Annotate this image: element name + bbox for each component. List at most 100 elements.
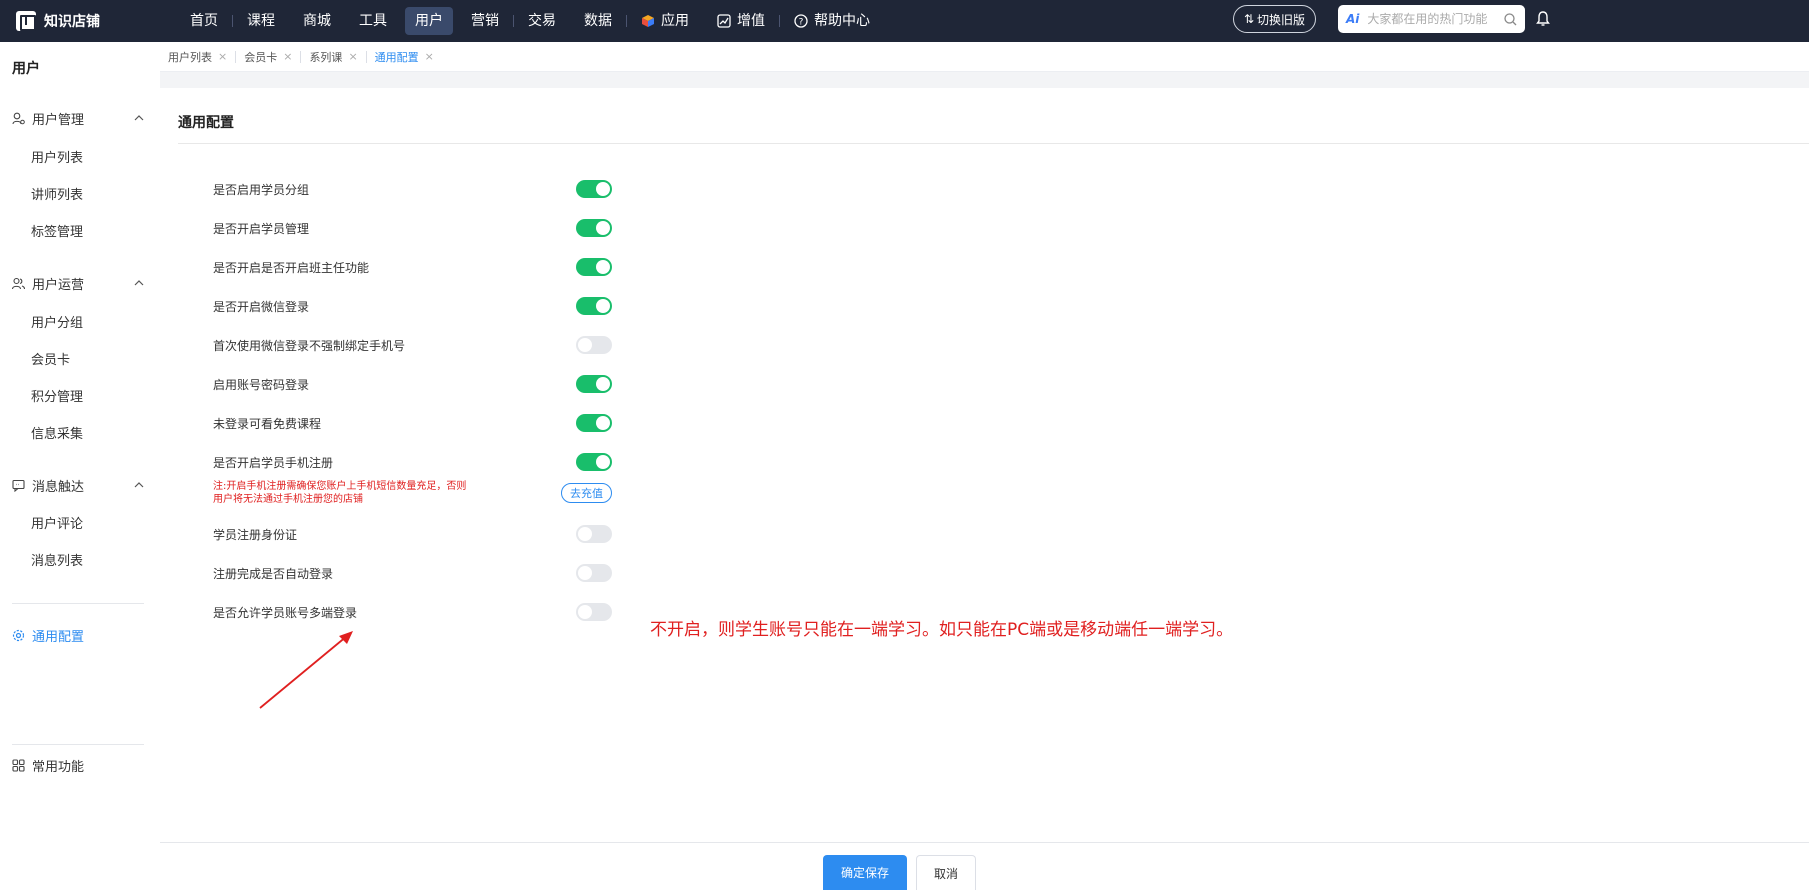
sidebar-item-points[interactable]: 积分管理: [31, 386, 83, 405]
top-navigation-bar: 知识店铺 首页 课程 商城 工具 用户 营销 交易 数据 应用 增值 ? 帮助中…: [0, 0, 1809, 42]
search-box[interactable]: Ai: [1338, 5, 1525, 33]
user-manage-icon: [12, 112, 26, 125]
bell-icon[interactable]: [1536, 11, 1550, 27]
tab-label: 用户列表: [168, 50, 212, 64]
close-icon[interactable]: ×: [348, 50, 357, 63]
nav-item-help[interactable]: ? 帮助中心: [784, 7, 880, 35]
sidebar-item-member-card[interactable]: 会员卡: [31, 349, 70, 368]
setting-toggle[interactable]: [576, 414, 612, 432]
switch-old-version-label: 切换旧版: [1257, 12, 1306, 27]
sms-note: 注:开启手机注册需确保您账户上手机短信数量充足，否则用户将无法通过手机注册您的店…: [213, 481, 467, 505]
sidebar-item-lecturer-list[interactable]: 讲师列表: [31, 184, 83, 203]
setting-label: 是否开启学员管理: [213, 222, 310, 236]
sidebar-item-user-comments[interactable]: 用户评论: [31, 513, 83, 532]
nav-item-course[interactable]: 课程: [237, 7, 285, 35]
sidebar-group-label: 用户运营: [32, 277, 85, 293]
tab-label: 通用配置: [374, 50, 419, 64]
sidebar-group-user-operation[interactable]: 用户运营: [12, 273, 144, 293]
svg-text:?: ?: [799, 18, 804, 28]
recharge-button[interactable]: 去充值: [561, 483, 612, 503]
annotation-text: 不开启，则学生账号只能在一端学习。如只能在PC端或是移动端任一端学习。: [650, 620, 1234, 640]
nav-item-value-added-label: 增值: [737, 13, 765, 29]
sidebar-divider: [12, 603, 144, 604]
setting-toggle[interactable]: [576, 453, 612, 471]
setting-toggle[interactable]: [576, 525, 612, 543]
main-panel: 通用配置 是否启用学员分组 是否开启学员管理 是否开启是否开启班主任功能 是否开启微信…: [160, 88, 1809, 890]
tab-label: 系列课: [309, 50, 343, 64]
close-icon[interactable]: ×: [425, 50, 434, 63]
nav-separator: [626, 15, 627, 27]
page-title: 通用配置: [178, 115, 234, 131]
chevron-up-icon: [134, 280, 144, 286]
sidebar-item-general-config[interactable]: 通用配置: [12, 626, 84, 645]
chevron-up-icon: [134, 115, 144, 121]
nav-item-data[interactable]: 数据: [574, 7, 622, 35]
help-icon: ?: [794, 14, 808, 28]
ai-icon: Ai: [1346, 12, 1360, 26]
sidebar-group-label: 消息触达: [32, 479, 85, 495]
sidebar-item-label: 通用配置: [32, 630, 85, 645]
setting-label: 首次使用微信登录不强制绑定手机号: [213, 339, 406, 353]
setting-toggle[interactable]: [576, 258, 612, 276]
nav-item-home[interactable]: 首页: [180, 7, 228, 35]
search-icon[interactable]: [1504, 12, 1517, 26]
nav-item-mall[interactable]: 商城: [293, 7, 341, 35]
nav-item-apps[interactable]: 应用: [631, 7, 699, 35]
close-icon[interactable]: ×: [218, 50, 227, 63]
switch-arrows-icon: ⇅: [1243, 12, 1255, 26]
close-icon[interactable]: ×: [283, 50, 292, 63]
tab-general-config[interactable]: 通用配置 ×: [367, 42, 442, 72]
sidebar: 用户 用户管理 用户列表 讲师列表 标签管理 用户运营 用户分组 会员卡 积分管…: [0, 42, 160, 890]
sidebar-item-common-functions[interactable]: 常用功能: [12, 756, 84, 775]
chevron-up-icon: [134, 482, 144, 488]
tab-label: 会员卡: [244, 50, 278, 64]
nav-item-marketing[interactable]: 营销: [461, 7, 509, 35]
message-icon: [12, 479, 26, 492]
cancel-button[interactable]: 取消: [916, 855, 976, 890]
nav-separator: [232, 15, 233, 27]
sidebar-item-tag-management[interactable]: 标签管理: [31, 221, 83, 240]
gear-icon: [12, 629, 26, 642]
setting-toggle[interactable]: [576, 180, 612, 198]
nav-item-value-added[interactable]: 增值: [707, 7, 775, 35]
sidebar-item-user-list[interactable]: 用户列表: [31, 147, 83, 166]
sidebar-group-user-management[interactable]: 用户管理: [12, 108, 144, 128]
tab-user-list[interactable]: 用户列表 ×: [160, 42, 235, 72]
app-logo[interactable]: 知识店铺: [16, 11, 176, 31]
sidebar-group-label: 用户管理: [32, 112, 85, 128]
main-nav: 首页 课程 商城 工具 用户 营销 交易 数据 应用 增值 ? 帮助中心: [176, 0, 884, 42]
logo-icon: [16, 11, 36, 31]
nav-item-users[interactable]: 用户: [405, 7, 453, 35]
setting-toggle[interactable]: [576, 219, 612, 237]
users-icon: [12, 277, 26, 290]
grid-icon: [12, 759, 26, 772]
nav-item-tools[interactable]: 工具: [349, 7, 397, 35]
setting-toggle[interactable]: [576, 297, 612, 315]
tab-member-card[interactable]: 会员卡 ×: [236, 42, 300, 72]
setting-toggle[interactable]: [576, 603, 612, 621]
cube-icon: [641, 14, 655, 28]
setting-toggle[interactable]: [576, 336, 612, 354]
nav-item-trade[interactable]: 交易: [518, 7, 566, 35]
setting-label: 是否开启是否开启班主任功能: [213, 261, 370, 275]
save-button[interactable]: 确定保存: [823, 855, 907, 890]
setting-toggle[interactable]: [576, 564, 612, 582]
setting-label: 未登录可看免费课程: [213, 417, 322, 431]
setting-label: 是否允许学员账号多端登录: [213, 606, 358, 620]
sidebar-title: 用户: [12, 61, 40, 77]
sidebar-item-user-group[interactable]: 用户分组: [31, 312, 83, 331]
setting-toggle[interactable]: [576, 375, 612, 393]
setting-label: 是否启用学员分组: [213, 183, 310, 197]
search-input[interactable]: [1367, 12, 1492, 26]
setting-label: 学员注册身份证: [213, 528, 298, 542]
title-divider: [178, 143, 1809, 144]
footer-divider: [160, 842, 1809, 843]
sidebar-group-messaging[interactable]: 消息触达: [12, 475, 144, 495]
sidebar-item-label: 常用功能: [32, 760, 85, 775]
app-name: 知识店铺: [44, 14, 100, 30]
sidebar-item-info-collection[interactable]: 信息采集: [31, 423, 83, 442]
sidebar-item-message-list[interactable]: 消息列表: [31, 550, 83, 569]
switch-old-version-button[interactable]: ⇅ 切换旧版: [1233, 5, 1316, 33]
tab-series-course[interactable]: 系列课 ×: [301, 42, 365, 72]
setting-label: 启用账号密码登录: [213, 378, 310, 392]
